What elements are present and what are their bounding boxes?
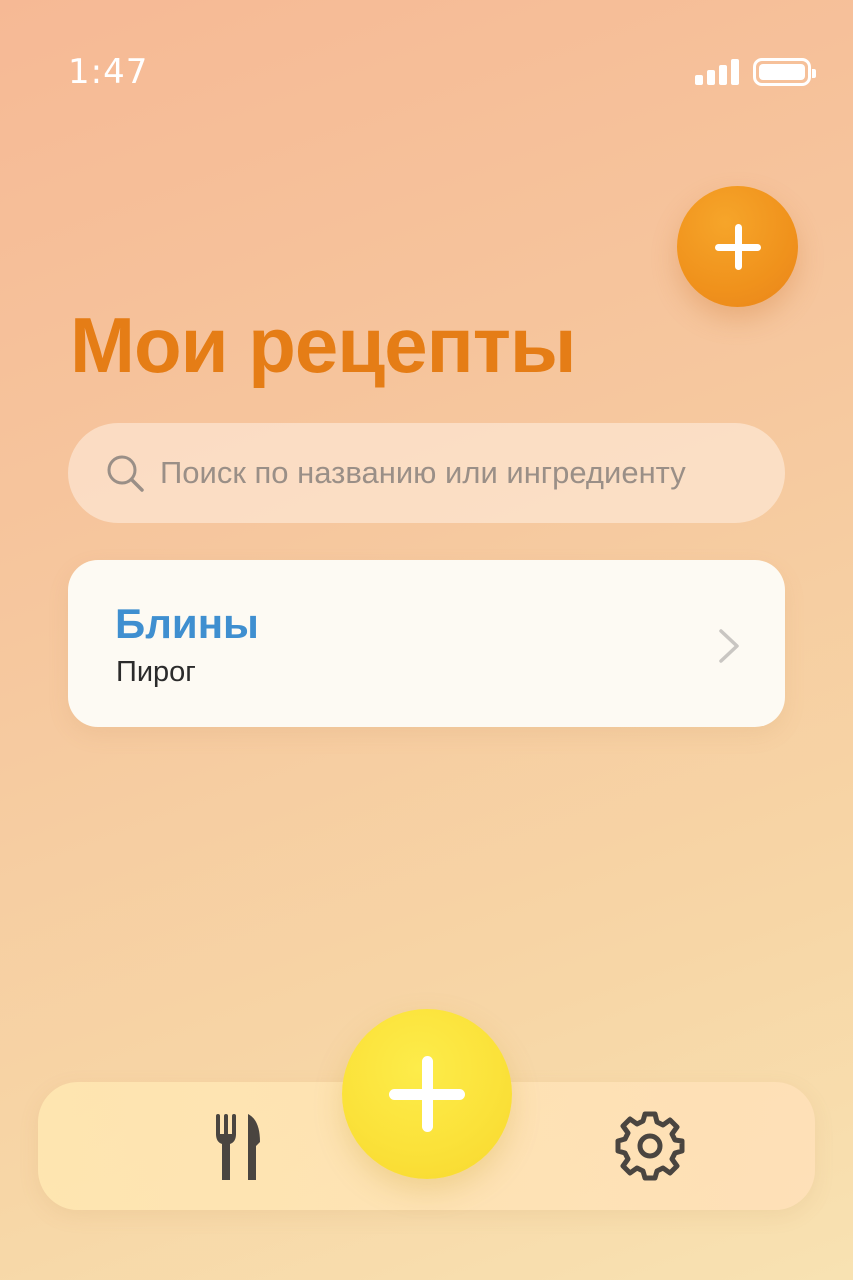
search-placeholder: Поиск по названию или ингредиенту (160, 455, 686, 490)
status-icons (695, 58, 816, 86)
tab-add-button[interactable] (342, 1009, 512, 1179)
add-recipe-button[interactable] (677, 186, 798, 307)
search-input[interactable]: Поиск по названию или ингредиенту (68, 423, 785, 523)
plus-icon (389, 1056, 465, 1132)
status-time: 1:47 (68, 52, 149, 92)
battery-icon (753, 58, 816, 86)
chevron-right-icon (719, 629, 739, 663)
page-title: Мои рецепты (70, 301, 577, 389)
fork-knife-icon[interactable] (208, 1112, 268, 1182)
gear-icon[interactable] (612, 1108, 688, 1184)
recipe-card[interactable]: Блины Пирог (68, 560, 785, 727)
recipe-category: Пирог (116, 656, 196, 688)
signal-icon (695, 59, 739, 85)
search-icon (107, 455, 144, 492)
plus-icon (714, 223, 761, 270)
recipe-title: Блины (115, 600, 259, 647)
